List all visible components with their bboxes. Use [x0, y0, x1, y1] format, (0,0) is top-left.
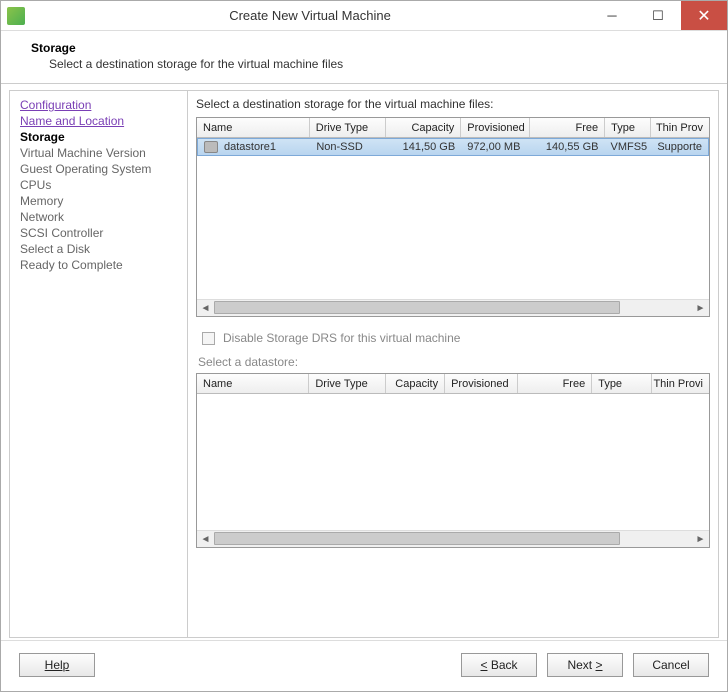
storage-grid-header[interactable]: Name Drive Type Capacity Provisioned Fre… [197, 118, 709, 138]
storage-grid[interactable]: Name Drive Type Capacity Provisioned Fre… [196, 117, 710, 317]
cancel-button[interactable]: Cancel [633, 653, 709, 677]
col-name[interactable]: Name [197, 118, 310, 137]
col2-provisioned: Provisioned [445, 374, 518, 393]
titlebar[interactable]: Create New Virtual Machine ─ ☐ ✕ [1, 1, 727, 31]
window-title: Create New Virtual Machine [31, 8, 589, 23]
step-scsi: SCSI Controller [20, 225, 177, 241]
scroll-left-icon[interactable]: ◄ [197, 300, 214, 316]
col-capacity[interactable]: Capacity [386, 118, 461, 137]
step-select-disk: Select a Disk [20, 241, 177, 257]
step-cpus: CPUs [20, 177, 177, 193]
maximize-button[interactable]: ☐ [635, 1, 681, 30]
wizard-header: Storage Select a destination storage for… [1, 31, 727, 84]
minimize-button[interactable]: ─ [589, 1, 635, 30]
datastore-grid-header: Name Drive Type Capacity Provisioned Fre… [197, 374, 709, 394]
close-button[interactable]: ✕ [681, 1, 727, 30]
col-type[interactable]: Type [605, 118, 651, 137]
scroll-right-icon: ► [692, 531, 709, 547]
next-button[interactable]: Next > [547, 653, 623, 677]
datastore-icon [204, 141, 218, 153]
scroll-left-icon: ◄ [197, 531, 214, 547]
wizard-body: Configuration Name and Location Storage … [9, 90, 719, 638]
step-storage: Storage [20, 129, 177, 145]
col2-name: Name [197, 374, 309, 393]
window-controls: ─ ☐ ✕ [589, 1, 727, 30]
step-ready: Ready to Complete [20, 257, 177, 273]
wizard-steps: Configuration Name and Location Storage … [10, 91, 188, 637]
cell-free: 140,55 GB [530, 141, 604, 153]
step-memory: Memory [20, 193, 177, 209]
col2-free: Free [518, 374, 593, 393]
cell-drive: Non-SSD [310, 141, 386, 153]
col-provisioned[interactable]: Provisioned [461, 118, 530, 137]
back-button[interactable]: < Back [461, 653, 537, 677]
cell-type: VMFS5 [604, 141, 650, 153]
col2-thin-prov: Thin Provi [652, 374, 709, 393]
page-title: Storage [31, 41, 697, 55]
storage-grid-body[interactable]: datastore1 Non-SSD 141,50 GB 972,00 MB 1… [197, 138, 709, 299]
cell-thin: Supporte [651, 141, 708, 153]
col-drive-type[interactable]: Drive Type [310, 118, 387, 137]
button-bar: Help < Back Next > Cancel [1, 640, 727, 688]
step-configuration[interactable]: Configuration [20, 97, 177, 113]
cell-capacity: 141,50 GB [387, 141, 461, 153]
col-free[interactable]: Free [530, 118, 605, 137]
step-name-location[interactable]: Name and Location [20, 113, 177, 129]
datastore-grid-hscroll: ◄ ► [197, 530, 709, 547]
datastore-grid: Name Drive Type Capacity Provisioned Fre… [196, 373, 710, 548]
disable-drs-checkbox [202, 332, 215, 345]
scroll-track [214, 531, 692, 547]
step-network: Network [20, 209, 177, 225]
scroll-thumb [214, 532, 620, 545]
col2-capacity: Capacity [386, 374, 445, 393]
cell-name: datastore1 [198, 141, 310, 153]
storage-grid-hscroll[interactable]: ◄ ► [197, 299, 709, 316]
step-guest-os: Guest Operating System [20, 161, 177, 177]
disable-drs-row: Disable Storage DRS for this virtual mac… [202, 331, 710, 345]
step-vm-version: Virtual Machine Version [20, 145, 177, 161]
page-subtitle: Select a destination storage for the vir… [31, 57, 697, 71]
table-row[interactable]: datastore1 Non-SSD 141,50 GB 972,00 MB 1… [197, 138, 709, 156]
app-icon [7, 7, 25, 25]
cell-provisioned: 972,00 MB [461, 141, 530, 153]
disable-drs-label: Disable Storage DRS for this virtual mac… [223, 331, 460, 345]
help-button[interactable]: Help [19, 653, 95, 677]
datastore-prompt: Select a datastore: [196, 355, 710, 369]
main-panel: Select a destination storage for the vir… [188, 91, 718, 637]
scroll-right-icon[interactable]: ► [692, 300, 709, 316]
col2-drive-type: Drive Type [309, 374, 385, 393]
datastore-grid-body [197, 394, 709, 530]
storage-prompt: Select a destination storage for the vir… [196, 97, 710, 111]
col-thin-prov[interactable]: Thin Prov [651, 118, 709, 137]
scroll-track[interactable] [214, 300, 692, 316]
scroll-thumb[interactable] [214, 301, 620, 314]
col2-type: Type [592, 374, 651, 393]
